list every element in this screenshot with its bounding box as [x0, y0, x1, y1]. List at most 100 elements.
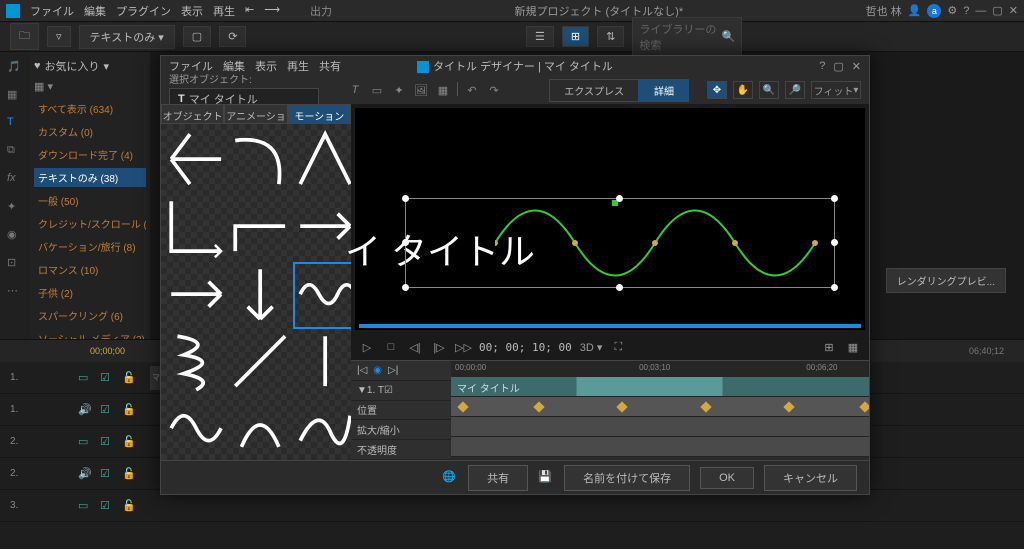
output-label[interactable]: 出力 [310, 3, 332, 19]
render-preview-button[interactable]: レンダリングプレビ... [886, 268, 1006, 293]
favorites-header[interactable]: ♥ お気に入り ▾ [34, 58, 146, 74]
help-icon[interactable]: ? [963, 5, 969, 17]
motion-preset[interactable] [165, 330, 227, 395]
fx-icon[interactable]: fx [7, 172, 23, 188]
move-tool-icon[interactable]: ✥ [707, 81, 727, 99]
lock-icon[interactable]: 🔓 [122, 467, 136, 481]
dlg-menu-play[interactable]: 再生 [287, 58, 309, 74]
lock-icon[interactable]: 🔓 [122, 435, 136, 449]
visible-icon[interactable]: ☑ [100, 499, 114, 513]
timecode-display[interactable]: 00; 00; 10; 00 [479, 341, 572, 354]
resize-handle[interactable] [831, 284, 838, 291]
kf-row-opacity[interactable]: 不透明度 [351, 440, 451, 460]
share-button[interactable]: 共有 [468, 465, 528, 491]
grid-view-icon[interactable]: ⊞ [562, 26, 589, 47]
cat-item[interactable]: ロマンス (10) [34, 260, 146, 279]
audio-track-icon[interactable]: 🔊 [78, 467, 92, 481]
motion-preset[interactable] [165, 263, 227, 328]
saveas-button[interactable]: 名前を付けて保存 [564, 465, 690, 491]
audio-track-icon[interactable]: 🔊 [78, 403, 92, 417]
library-tag-icon[interactable]: ▿ [47, 26, 71, 47]
cat-item[interactable]: カスタム (0) [34, 122, 146, 141]
minimize-icon[interactable]: — [975, 5, 986, 17]
grid-snap-icon[interactable]: ⊞ [821, 341, 837, 354]
motion-preset[interactable] [294, 330, 351, 395]
cat-item[interactable]: すべて表示 (634) [34, 99, 146, 118]
motion-preset[interactable] [229, 195, 291, 260]
visible-icon[interactable]: ☑ [100, 435, 114, 449]
cat-item[interactable]: 一般 (50) [34, 191, 146, 210]
tab-animation[interactable]: アニメーション [224, 104, 287, 124]
globe-icon[interactable]: 🌐 [442, 470, 458, 486]
motion-preset[interactable] [294, 397, 351, 460]
audio-icon[interactable]: ◉ [7, 228, 23, 244]
zoom-out-icon[interactable]: 🔎 [785, 81, 805, 99]
image-tool-icon[interactable]: 🖼 [413, 82, 429, 98]
close-icon[interactable]: ✕ [1009, 4, 1018, 17]
shape-tool-icon[interactable]: ▭ [369, 82, 385, 98]
motion-preset[interactable] [229, 330, 291, 395]
kf-next-icon[interactable]: ▷| [388, 365, 398, 376]
overlay-icon[interactable]: ✦ [7, 200, 23, 216]
resize-handle[interactable] [616, 195, 623, 202]
keyframe-diamond[interactable] [784, 401, 795, 412]
lock-icon[interactable]: 🔓 [122, 403, 136, 417]
subtitle-icon[interactable]: ⊡ [7, 256, 23, 272]
preview-scrubber[interactable] [359, 324, 861, 328]
stop-icon[interactable]: □ [383, 341, 399, 353]
particle-tool-icon[interactable]: ✦ [391, 82, 407, 98]
resize-handle[interactable] [831, 239, 838, 246]
motion-preset[interactable] [294, 195, 351, 260]
play-icon[interactable]: ▷ [359, 341, 375, 354]
video-track-icon[interactable]: ▭ [78, 371, 92, 385]
export-icon[interactable]: ⟶ [264, 3, 280, 19]
3d-toggle[interactable]: 3D ▾ [580, 341, 603, 354]
sort-icon[interactable]: ⇅ [597, 26, 624, 47]
redo-icon[interactable]: ↷ [486, 82, 502, 98]
next-frame-icon[interactable]: |▷ [431, 341, 447, 354]
mode-express[interactable]: エクスプレス [549, 79, 639, 102]
mode-detail[interactable]: 詳細 [639, 79, 689, 102]
keyframe-diamond[interactable] [533, 401, 544, 412]
menu-plugin[interactable]: プラグイン [116, 3, 171, 19]
keyframe-diamond[interactable] [617, 401, 628, 412]
import-icon[interactable]: ⇤ [245, 3, 254, 19]
visible-icon[interactable]: ☑ [100, 467, 114, 481]
title-room-icon[interactable]: T [7, 116, 23, 132]
transition-icon[interactable]: ⧉ [7, 144, 23, 160]
motion-preset[interactable] [165, 128, 227, 193]
list-view-icon[interactable]: ☰ [526, 26, 554, 47]
kf-position-track[interactable] [451, 397, 869, 417]
refresh-icon[interactable]: ⟳ [219, 26, 246, 47]
filter-combo[interactable]: テキストのみ ▾ [79, 25, 175, 49]
tab-object[interactable]: オブジェクト [161, 104, 224, 124]
kf-prev-icon[interactable]: |◁ [357, 365, 367, 376]
user-avatar[interactable]: a [927, 4, 941, 18]
fullscreen-icon[interactable]: ⛶ [610, 341, 626, 354]
keyframe-diamond[interactable] [700, 401, 711, 412]
kf-ruler[interactable]: 00;00;00 00;03;10 00;06;20 [451, 361, 869, 377]
motion-preset[interactable] [229, 128, 291, 193]
cancel-button[interactable]: キャンセル [764, 465, 857, 491]
keyframe-diamond[interactable] [458, 401, 469, 412]
visible-icon[interactable]: ☑ [100, 371, 114, 385]
prev-frame-icon[interactable]: ◁| [407, 341, 423, 354]
resize-handle[interactable] [616, 284, 623, 291]
dlg-menu-edit[interactable]: 編集 [223, 58, 245, 74]
maximize-icon[interactable]: ▢ [992, 4, 1002, 17]
bg-tool-icon[interactable]: ▦ [435, 82, 451, 98]
user-icon[interactable]: 👤 [908, 4, 922, 17]
library-search[interactable]: ライブラリーの検索 🔍 [632, 17, 742, 57]
motion-preset[interactable] [165, 195, 227, 260]
video-track-icon[interactable]: ▭ [78, 499, 92, 513]
ok-button[interactable]: OK [700, 467, 754, 489]
expand-icon[interactable]: ▦ ▾ [34, 80, 146, 93]
selection-bbox[interactable] [405, 198, 835, 288]
dlg-menu-view[interactable]: 表示 [255, 58, 277, 74]
resize-handle[interactable] [402, 284, 409, 291]
cat-item[interactable]: 子供 (2) [34, 283, 146, 302]
library-folder-icon[interactable]: 🗀 [10, 23, 39, 50]
dlg-menu-file[interactable]: ファイル [169, 58, 213, 74]
motion-preset-selected[interactable] [294, 263, 351, 328]
kf-rec-icon[interactable]: ◉ [373, 365, 382, 376]
